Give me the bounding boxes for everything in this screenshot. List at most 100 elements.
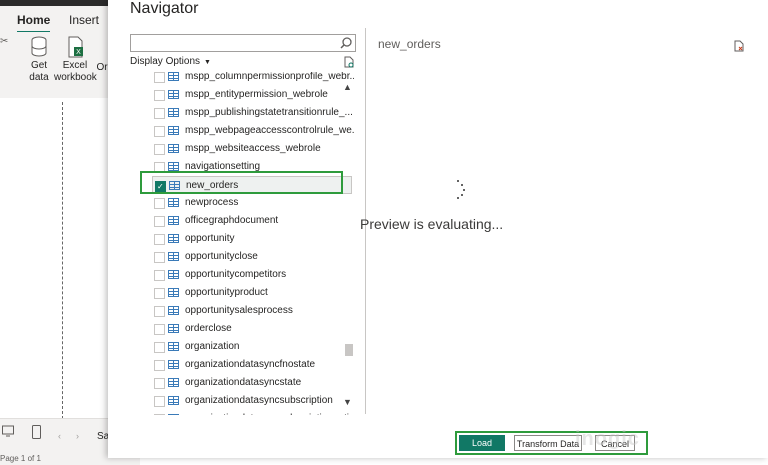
list-item-label: organizationdatasyncstate [185, 377, 302, 388]
list-item[interactable]: new_orders [152, 176, 352, 196]
display-options-dropdown[interactable]: Display Options ▼ [130, 56, 211, 67]
inogic-watermark: inogic [575, 428, 640, 450]
checkbox[interactable] [154, 324, 165, 335]
list-item-label: mspp_webpageaccesscontrolrule_we... [185, 125, 354, 136]
list-item[interactable]: orderclose [152, 320, 352, 338]
list-item[interactable]: navigationsetting [152, 158, 352, 176]
load-button[interactable]: Load [459, 435, 505, 451]
list-item-label: opportunityproduct [185, 287, 268, 298]
excel-label: Excel [62, 60, 88, 71]
list-item[interactable]: mspp_webpageaccesscontrolrule_we... [152, 122, 354, 140]
checkbox[interactable] [154, 342, 165, 353]
checkbox[interactable] [154, 216, 165, 227]
list-item-label: organizationdatasyncsubscription [185, 395, 333, 406]
ribbon-partial-label[interactable]: Or [96, 62, 108, 74]
table-icon [168, 252, 179, 261]
checkbox[interactable] [154, 414, 165, 415]
list-item-label: mspp_entitypermission_webrole [185, 89, 328, 100]
list-item[interactable]: mspp_entitypermission_webrole [152, 86, 352, 104]
checkbox[interactable] [154, 306, 165, 317]
list-item-label: organizationdatasyncsubscriptionenti... [185, 410, 354, 415]
list-item[interactable]: opportunitycompetitors [152, 266, 352, 284]
transform-data-button[interactable]: Transform Data [514, 435, 582, 451]
checkbox[interactable] [154, 270, 165, 281]
list-scrollbar[interactable]: ▲ ▼ [342, 82, 354, 407]
scroll-thumb[interactable] [345, 344, 353, 356]
mobile-view-icon[interactable] [32, 425, 41, 442]
loading-spinner-icon [452, 180, 466, 200]
table-list: mspp_columnpermissionprofile_webr...mspp… [130, 72, 354, 415]
checkbox[interactable] [154, 144, 165, 155]
list-item-label: organizationdatasyncfnostate [185, 359, 316, 370]
page-status: Page 1 of 1 [0, 454, 41, 463]
search-input[interactable] [130, 34, 356, 52]
list-item-label: mspp_publishingstatetransitionrule_... [185, 107, 353, 118]
tab-insert[interactable]: Insert [69, 13, 99, 27]
chevron-down-icon: ▼ [204, 59, 211, 66]
list-item-label: new_orders [186, 180, 239, 191]
list-item[interactable]: mspp_columnpermissionprofile_webr... [152, 72, 354, 86]
list-item[interactable]: organizationdatasyncsubscription [152, 392, 352, 410]
list-item-label: opportunitycompetitors [185, 269, 287, 280]
list-item-label: mspp_websiteaccess_webrole [185, 143, 321, 154]
get-data-label-2: data [29, 72, 49, 83]
checkbox[interactable] [154, 288, 165, 299]
cut-icon[interactable]: ✂ [0, 36, 8, 48]
checkbox[interactable] [154, 378, 165, 389]
list-item-label: opportunity [185, 233, 235, 244]
dialog-title: Navigator [130, 0, 199, 17]
list-item[interactable]: mspp_websiteaccess_webrole [152, 140, 352, 158]
table-icon [168, 72, 179, 81]
scroll-up-icon[interactable]: ▲ [343, 82, 352, 92]
list-item[interactable]: opportunityproduct [152, 284, 352, 302]
checkbox[interactable] [154, 72, 165, 83]
list-item[interactable]: organization [152, 338, 352, 356]
preview-status-text: Preview is evaluating... [360, 216, 504, 232]
desktop-view-icon[interactable] [2, 425, 14, 440]
checkbox[interactable] [154, 126, 165, 137]
list-item[interactable]: mspp_publishingstatetransitionrule_... [152, 104, 353, 122]
checkbox[interactable] [154, 198, 165, 209]
checkbox[interactable] [154, 90, 165, 101]
list-item-label: mspp_columnpermissionprofile_webr... [185, 72, 354, 82]
list-item[interactable]: organizationdatasyncstate [152, 374, 352, 392]
checkbox[interactable] [154, 234, 165, 245]
table-icon [168, 306, 179, 315]
prev-page-icon[interactable]: ‹ [58, 431, 61, 441]
table-icon [169, 181, 180, 190]
page-tabs-bar: ‹ › Sa [0, 418, 109, 455]
excel-label-2: workbook [54, 72, 97, 83]
checkbox[interactable] [154, 162, 165, 173]
search-icon[interactable] [339, 36, 353, 50]
table-icon [168, 108, 179, 117]
list-item[interactable]: newprocess [152, 194, 352, 212]
table-icon [168, 360, 179, 369]
list-item-label: opportunityclose [185, 251, 258, 262]
table-icon [168, 144, 179, 153]
table-icon [168, 414, 179, 415]
list-item-label: opportunitysalesprocess [185, 305, 293, 316]
checkbox[interactable] [154, 360, 165, 371]
list-item[interactable]: organizationdatasyncfnostate [152, 356, 352, 374]
checkbox[interactable] [154, 252, 165, 263]
table-icon [168, 234, 179, 243]
checkbox[interactable] [154, 108, 165, 119]
next-page-icon[interactable]: › [76, 431, 79, 441]
list-item-label: officegraphdocument [185, 215, 279, 226]
tab-home[interactable]: Home [17, 13, 51, 33]
refresh-icon[interactable] [344, 56, 354, 68]
checkbox[interactable] [155, 178, 166, 196]
list-item[interactable]: opportunitysalesprocess [152, 302, 352, 320]
table-icon [168, 162, 179, 171]
table-icon [168, 198, 179, 207]
get-data-button[interactable]: Get data [24, 36, 54, 84]
checkbox[interactable] [154, 396, 165, 407]
list-item[interactable]: officegraphdocument [152, 212, 352, 230]
list-item[interactable]: organizationdatasyncsubscriptionenti... [152, 410, 354, 415]
list-item[interactable]: opportunityclose [152, 248, 352, 266]
list-item[interactable]: opportunity [152, 230, 352, 248]
table-icon [168, 324, 179, 333]
excel-workbook-button[interactable]: X Excel workbook [54, 36, 97, 84]
scroll-down-icon[interactable]: ▼ [343, 397, 352, 407]
export-preview-icon[interactable] [734, 40, 744, 52]
